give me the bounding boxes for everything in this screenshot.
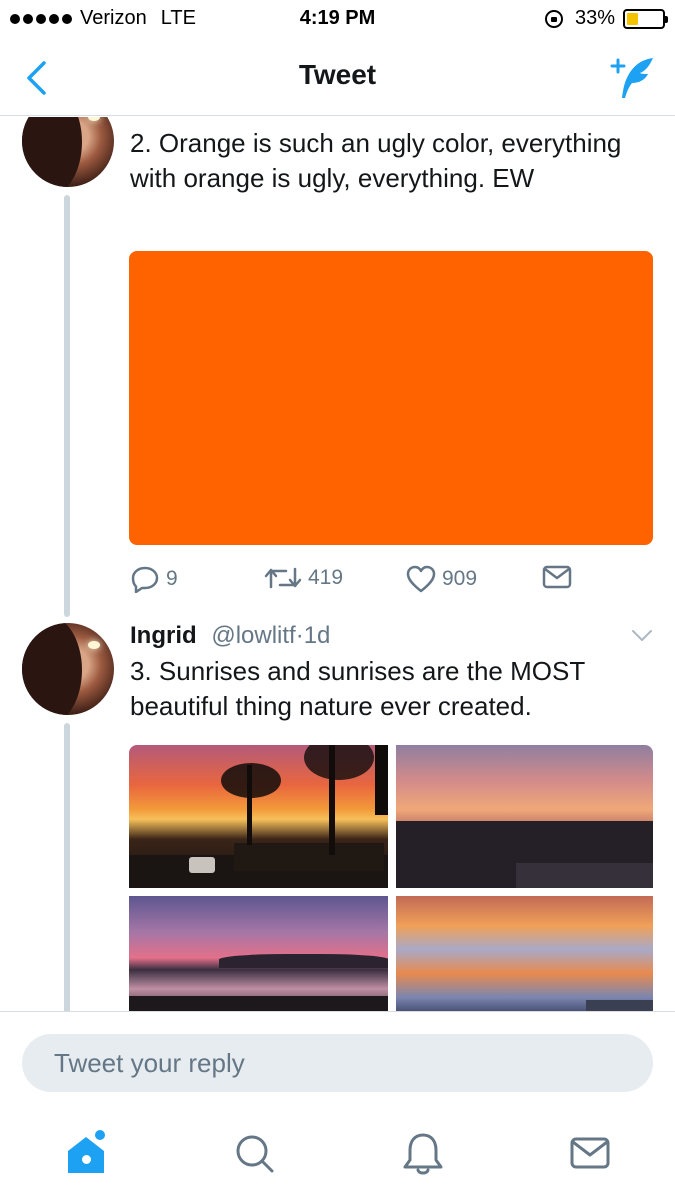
battery-icon	[623, 8, 668, 29]
navigation-bar: Tweet	[0, 40, 675, 116]
status-bar: Verizon LTE 4:19 PM 33%	[0, 0, 675, 40]
battery-percent: 33%	[574, 7, 615, 29]
thread-connector-line	[64, 195, 70, 617]
like-count: 909	[442, 567, 478, 590]
retweet-count: 419	[308, 566, 344, 589]
thread-connector-line	[64, 723, 70, 1011]
tweet-header: Ingrid @lowlitf·1d	[130, 622, 330, 650]
reply-input[interactable]	[22, 1034, 653, 1092]
messages-icon[interactable]	[566, 1129, 616, 1179]
home-icon[interactable]	[62, 1129, 112, 1179]
heart-icon	[406, 565, 436, 593]
direct-message-button[interactable]	[542, 565, 572, 589]
sunset-photo[interactable]	[129, 745, 388, 888]
search-icon[interactable]	[230, 1129, 280, 1179]
tweet-time: 1d	[303, 622, 331, 649]
sunset-photo[interactable]	[396, 896, 653, 1011]
tweet-media-image[interactable]	[129, 251, 653, 545]
retweet-icon	[264, 567, 302, 589]
retweet-button[interactable]: 419	[264, 565, 343, 591]
reply-icon	[131, 566, 159, 593]
avatar-hair	[22, 117, 82, 187]
tab-bar	[0, 1111, 675, 1200]
author-name[interactable]: Ingrid	[130, 622, 197, 649]
like-button[interactable]: 909	[406, 565, 477, 593]
reply-count: 9	[166, 567, 178, 590]
orientation-lock-icon	[544, 9, 563, 28]
tweet-photo-grid	[129, 745, 653, 1011]
avatar-light	[88, 641, 100, 649]
chevron-down-icon[interactable]	[631, 629, 653, 643]
reply-button[interactable]: 9	[130, 565, 178, 593]
compose-tweet-icon[interactable]	[609, 54, 657, 102]
avatar[interactable]	[22, 117, 114, 187]
envelope-icon	[542, 565, 572, 589]
battery-fill	[627, 12, 639, 25]
avatar-light	[88, 117, 100, 121]
avatar-hair	[22, 623, 82, 715]
page-title: Tweet	[298, 59, 377, 90]
sunset-photo[interactable]	[396, 745, 653, 888]
separator-dot: ·	[295, 622, 304, 649]
sunset-photo[interactable]	[129, 896, 388, 1011]
status-right: 33%	[544, 7, 668, 30]
author-handle[interactable]: @lowlitf	[211, 622, 295, 649]
tweet-text: 2. Orange is such an ugly color, everyth…	[130, 128, 622, 193]
tweet-thread: 2. Orange is such an ugly color, everyth…	[0, 117, 675, 1011]
avatar[interactable]	[22, 623, 114, 715]
notifications-icon[interactable]	[398, 1129, 448, 1179]
tweet-text: 3. Sunrises and sunrises are the MOST be…	[130, 656, 585, 721]
reply-composer	[0, 1011, 675, 1111]
tweet-actions: 9 419 909	[130, 565, 580, 599]
